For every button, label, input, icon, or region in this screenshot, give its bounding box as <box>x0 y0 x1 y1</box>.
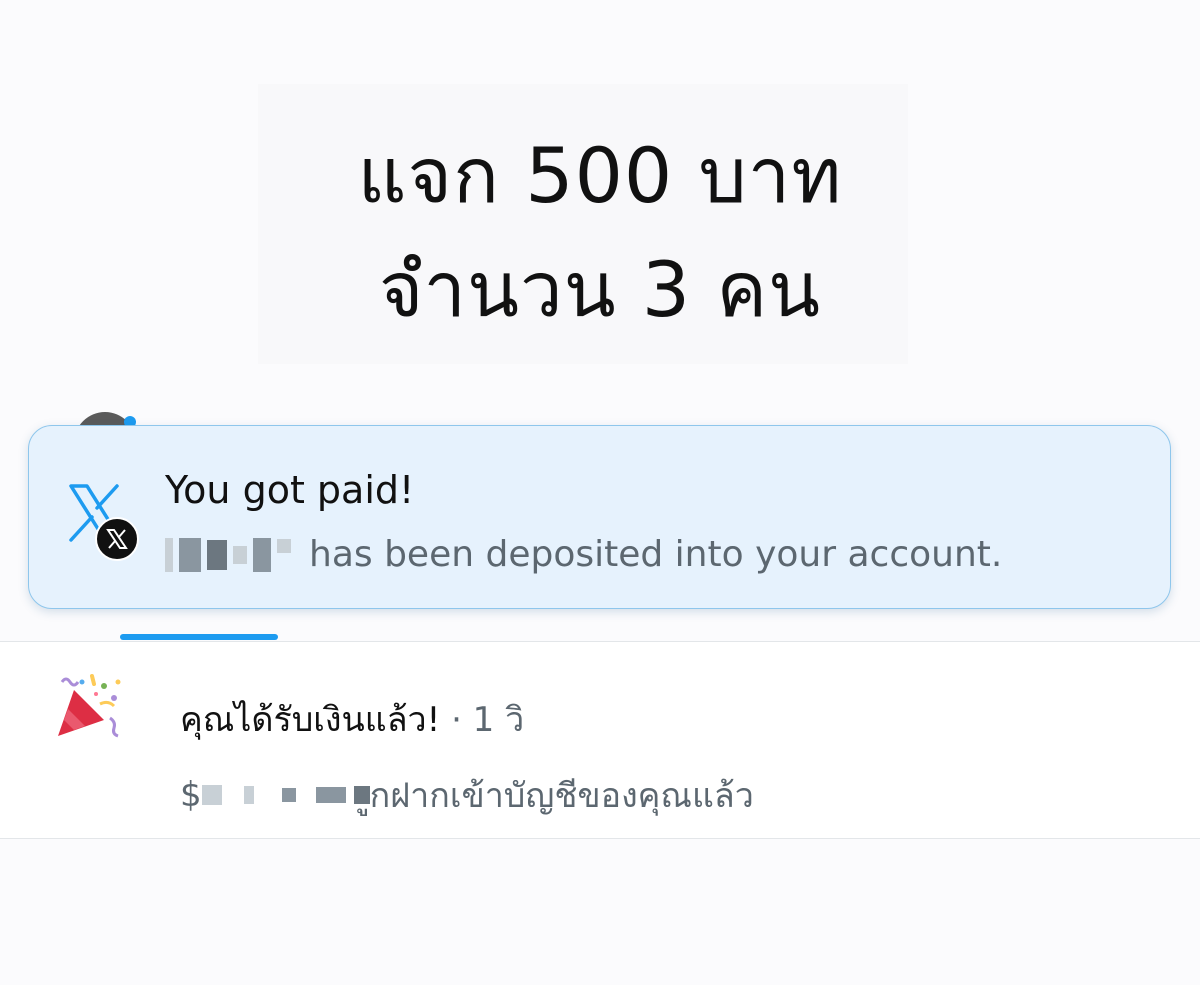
notification-title: You got paid! <box>165 468 415 512</box>
x-badge-icon <box>95 517 139 561</box>
push-notification[interactable]: You got paid! has been deposited into yo… <box>28 425 1171 609</box>
list-item-title: คุณได้รับเงินแล้ว! <box>180 700 441 740</box>
currency-symbol: $ <box>180 775 202 815</box>
screenshot-page: แจก 500 บาท จำนวน 3 คน You got paid! has… <box>0 0 1200 985</box>
redacted-amount <box>165 537 291 572</box>
notification-body: has been deposited into your account. <box>165 534 1002 575</box>
list-item-body-text: ูกฝากเข้าบัญชีของคุณแล้ว <box>369 776 754 816</box>
list-item-timestamp: · 1 วิ <box>451 700 525 740</box>
list-item[interactable]: คุณได้รับเงินแล้ว! · 1 วิ $ ูกฝากเข้าบัญ… <box>0 642 1200 838</box>
headline-line-2: จำนวน 3 คน <box>378 245 822 334</box>
list-item-title-row: คุณได้รับเงินแล้ว! · 1 วิ <box>180 692 524 746</box>
headline-line-1: แจก 500 บาท <box>357 131 843 220</box>
divider <box>0 838 1200 839</box>
redacted-amount <box>201 785 370 805</box>
app-icon <box>65 482 145 562</box>
list-item-body: $ ูกฝากเข้าบัญชีของคุณแล้ว <box>180 768 754 822</box>
active-tab-indicator <box>120 634 278 640</box>
party-popper-icon <box>58 674 121 738</box>
notification-body-text: has been deposited into your account. <box>309 534 1003 575</box>
